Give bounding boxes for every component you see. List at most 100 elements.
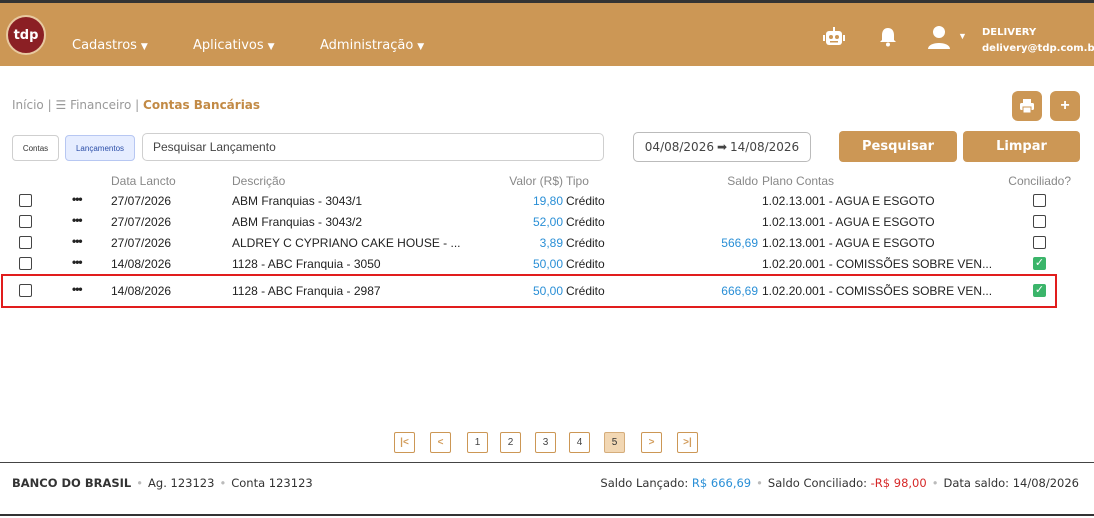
chevron-down-icon: ▼ (417, 42, 425, 52)
selected-row-highlight (1, 274, 1057, 308)
table-row[interactable]: ••• 27/07/2026 ABM Franquias - 3043/2 52… (0, 212, 1094, 232)
chevron-down-icon[interactable]: ▼ (958, 31, 967, 41)
pagination-page-5[interactable]: 5 (604, 432, 625, 453)
chevron-down-icon: ▼ (140, 42, 148, 52)
data-saldo-label: Data saldo: (943, 476, 1010, 490)
bottom-border (0, 514, 1094, 516)
pagination-page-2[interactable]: 2 (500, 432, 521, 453)
user-info[interactable]: DELIVERY delivery@tdp.com.br (982, 25, 1094, 57)
cell-descricao: ALDREY C CYPRIANO CAKE HOUSE - ... (232, 236, 461, 250)
table-row[interactable]: ••• 27/07/2026 ALDREY C CYPRIANO CAKE HO… (0, 233, 1094, 253)
cell-saldo: 566,69 (721, 236, 758, 250)
account-number: Conta 123123 (231, 476, 313, 490)
cell-tipo: Crédito (566, 257, 605, 270)
footer-balances: Saldo Lançado: R$ 666,69 • Saldo Conciliad… (600, 476, 1079, 490)
cell-plano: 1.02.13.001 - AGUA E ESGOTO (762, 194, 935, 208)
row-select-checkbox[interactable] (19, 215, 32, 228)
agency: Ag. 123123 (148, 476, 215, 490)
cell-plano: 1.02.13.001 - AGUA E ESGOTO (762, 215, 935, 229)
add-button[interactable]: + (1050, 91, 1080, 121)
pagination-prev[interactable]: < (430, 432, 451, 453)
menu-aplicativos[interactable]: Aplicativos ▼ (193, 38, 275, 53)
conciliado-checkbox[interactable] (1033, 194, 1046, 207)
table-row[interactable]: ••• 27/07/2026 ABM Franquias - 3043/1 19… (0, 191, 1094, 211)
cell-data: 27/07/2026 (111, 236, 172, 250)
footer-divider (0, 462, 1094, 463)
cell-tipo: Crédito (566, 215, 605, 229)
pagination-last[interactable]: >| (677, 432, 698, 453)
table-row[interactable]: ••• 14/08/2026 1128 - ABC Franquia - 305… (0, 254, 1094, 270)
date-to: 14/08/2026 (730, 140, 800, 154)
tab-contas[interactable]: Contas (12, 135, 59, 161)
breadcrumb-financeiro[interactable]: Financeiro (70, 98, 131, 112)
col-header-plano[interactable]: Plano Contas (762, 174, 834, 188)
col-header-valor[interactable]: Valor (R$) (509, 174, 563, 188)
breadcrumb-separator: | (135, 98, 140, 112)
cell-data: 14/08/2026 (111, 257, 172, 270)
row-menu-icon[interactable]: ••• (72, 192, 83, 206)
row-menu-icon[interactable]: ••• (72, 255, 83, 269)
cell-data: 27/07/2026 (111, 194, 172, 208)
saldo-lancado-label: Saldo Lançado: (600, 476, 689, 490)
cell-valor: 3,89 (539, 236, 563, 250)
col-header-saldo[interactable]: Saldo (727, 174, 758, 188)
col-header-tipo[interactable]: Tipo (566, 174, 589, 188)
conciliado-checkbox[interactable]: ✓ (1033, 257, 1046, 270)
col-header-data[interactable]: Data Lancto (111, 174, 176, 188)
pagination-page-3[interactable]: 3 (535, 432, 556, 453)
cell-valor: 19,80 (532, 194, 563, 208)
breadcrumb-home[interactable]: Início (12, 98, 44, 112)
col-header-conciliado[interactable]: Conciliado? (1008, 174, 1071, 188)
cell-tipo: Crédito (566, 236, 605, 250)
date-range-picker[interactable]: 04/08/2026 ➡ 14/08/2026 (633, 132, 811, 162)
top-navbar: tdp Cadastros ▼ Aplicativos ▼ Administraçã… (0, 0, 1094, 66)
search-input[interactable] (142, 133, 604, 161)
row-select-checkbox[interactable] (19, 236, 32, 249)
pagination-next[interactable]: > (641, 432, 662, 453)
footer-account-info: BANCO DO BRASIL • Ag. 123123 • Conta 123123 (12, 476, 313, 490)
breadcrumb: Início | ☰ Financeiro | Contas Bancárias (12, 98, 260, 112)
row-select-checkbox[interactable] (19, 194, 32, 207)
user-icon[interactable] (928, 25, 954, 54)
print-button[interactable] (1012, 91, 1042, 121)
row-menu-icon[interactable]: ••• (72, 213, 83, 227)
menu-cadastros[interactable]: Cadastros ▼ (72, 38, 148, 53)
plus-icon: + (1060, 97, 1070, 114)
saldo-conciliado-label: Saldo Conciliado: (767, 476, 867, 490)
robot-icon[interactable] (823, 27, 845, 52)
breadcrumb-current: Contas Bancárias (143, 98, 261, 112)
row-select-checkbox[interactable] (19, 257, 32, 270)
row-menu-icon[interactable]: ••• (72, 234, 83, 248)
user-email: delivery@tdp.com.br (982, 43, 1094, 54)
bank-name: BANCO DO BRASIL (12, 476, 132, 490)
cell-plano: 1.02.13.001 - AGUA E ESGOTO (762, 236, 935, 250)
cell-tipo: Crédito (566, 194, 605, 208)
pagination-page-4[interactable]: 4 (569, 432, 590, 453)
saldo-conciliado-value: -R$ 98,00 (870, 476, 927, 490)
menu-icon: ☰ (55, 98, 67, 112)
menu-cadastros-label: Cadastros (72, 38, 137, 53)
bell-icon[interactable] (879, 27, 897, 52)
user-name: DELIVERY (982, 27, 1037, 38)
saldo-lancado-value: R$ 666,69 (691, 476, 752, 490)
conciliado-checkbox[interactable] (1033, 236, 1046, 249)
cell-valor: 52,00 (532, 215, 563, 229)
tdp-logo[interactable]: tdp (6, 15, 46, 55)
cell-valor: 50,00 (532, 257, 563, 270)
menu-administracao-label: Administração (320, 38, 414, 53)
search-button[interactable]: Pesquisar (839, 131, 957, 162)
clear-button[interactable]: Limpar (963, 131, 1080, 162)
cell-descricao: 1128 - ABC Franquia - 3050 (232, 257, 381, 270)
menu-aplicativos-label: Aplicativos (193, 38, 264, 53)
pagination-first[interactable]: |< (394, 432, 415, 453)
tab-lancamentos[interactable]: Lançamentos (65, 135, 135, 161)
chevron-down-icon: ▼ (267, 42, 275, 52)
breadcrumb-separator: | (47, 98, 52, 112)
conciliado-checkbox[interactable] (1033, 215, 1046, 228)
pagination-page-1[interactable]: 1 (467, 432, 488, 453)
col-header-descricao[interactable]: Descrição (232, 174, 285, 188)
menu-administracao[interactable]: Administração ▼ (320, 38, 424, 53)
data-saldo-value: 14/08/2026 (1012, 476, 1079, 490)
cell-plano: 1.02.20.001 - COMISSÕES SOBRE VEN... (762, 257, 993, 270)
printer-icon (1020, 99, 1034, 114)
